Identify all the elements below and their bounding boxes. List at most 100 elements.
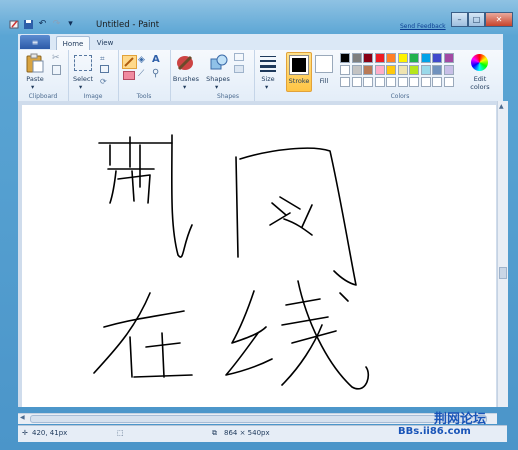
shapes-dropdown-icon[interactable]: ▾ [215,83,218,91]
customize-toolbar-icon[interactable]: ▾ [65,19,76,30]
resize-icon[interactable] [100,65,109,73]
brush-icon[interactable] [175,53,195,75]
scroll-up-icon[interactable]: ▲ [499,103,504,110]
window-controls: – □ ✕ [451,12,513,27]
cut-icon[interactable]: ✂ [52,53,60,63]
select-dropdown-icon[interactable]: ▾ [79,83,82,91]
close-button[interactable]: ✕ [485,12,513,27]
custom-color-swatch[interactable] [351,77,362,87]
canvas-area [18,101,503,407]
color-picker-icon[interactable]: ⟋ [138,69,144,79]
redo-icon[interactable]: ↷ [51,19,62,30]
color-swatch[interactable] [443,53,454,63]
color-swatch[interactable] [409,65,419,75]
eraser-icon[interactable] [123,71,135,80]
color-swatch[interactable] [374,53,385,63]
undo-icon[interactable]: ↶ [37,19,48,30]
send-feedback-link[interactable]: Send Feedback [400,23,446,30]
stroke-button[interactable]: Stroke [286,52,312,92]
fill-bucket-icon[interactable]: ◈ [138,55,145,65]
color-swatch[interactable] [420,53,431,63]
maximize-button[interactable]: □ [468,12,485,27]
scroll-left-icon[interactable]: ◀ [20,414,25,421]
clipboard-group: Paste ▾ ✂ Clipboard [18,50,69,101]
minimize-button[interactable]: – [451,12,468,27]
stroke-color-swatch [289,55,309,75]
edit-colors-label-2: colors [470,83,490,91]
stroke-label: Stroke [288,77,310,85]
color-swatch[interactable] [340,53,350,63]
color-swatch[interactable] [374,65,385,75]
paint-app-icon[interactable] [9,19,20,30]
color-swatch[interactable] [340,65,350,75]
paint-menu-button[interactable]: ≡ [20,35,50,49]
custom-color-swatch[interactable] [363,77,373,87]
image-size: 864 × 540px [224,429,270,437]
rotate-icon[interactable]: ⟳ [100,77,107,86]
paste-button[interactable]: Paste [22,75,48,83]
shape-fill-icon[interactable] [234,65,244,73]
copy-icon[interactable] [52,65,61,75]
image-group: Select ▾ ⌗ ⟳ Image [68,50,119,101]
custom-color-swatch[interactable] [443,77,454,87]
custom-color-swatch[interactable] [374,77,385,87]
color-swatch[interactable] [397,65,408,75]
save-icon[interactable] [23,19,34,30]
shapes-icon[interactable] [209,53,229,75]
custom-color-swatch[interactable] [432,77,442,87]
color-swatch[interactable] [409,53,419,63]
custom-color-swatch[interactable] [409,77,419,87]
title-bar: ↶ ↷ ▾ Untitled - Paint Send Feedback – □… [0,0,518,34]
horizontal-scrollbar[interactable]: ◀ [18,413,497,424]
color-swatch[interactable] [363,65,373,75]
handwritten-strokes [93,134,370,390]
edit-colors-button[interactable]: Edit colors [464,53,496,97]
size-dropdown-icon[interactable]: ▾ [265,83,268,91]
magnifier-icon[interactable]: ⚲ [152,68,159,79]
tab-view[interactable]: View [92,36,118,50]
selection-size-icon: ⬚ [117,429,124,437]
custom-color-swatch[interactable] [386,77,396,87]
brushes-dropdown-icon[interactable]: ▾ [183,83,186,91]
color-swatch[interactable] [397,53,408,63]
vertical-scrollbar[interactable]: ▲ [497,101,508,407]
brushes-group: Brushes ▾ [170,50,202,101]
color-swatch[interactable] [363,53,373,63]
color-swatch[interactable] [351,53,362,63]
tab-home[interactable]: Home [56,36,90,51]
ribbon: Paste ▾ ✂ Clipboard Select ▾ ⌗ ⟳ Image ◈… [18,50,503,102]
color-swatch[interactable] [351,65,362,75]
tools-group: ◈ A ⟋ ⚲ Tools [118,50,171,101]
size-group: Size ▾ [254,50,282,101]
size-button[interactable]: Size [254,75,282,83]
shapes-button[interactable]: Shapes [203,75,233,83]
ribbon-tabs: ≡ Home View [18,34,503,51]
paste-dropdown-icon[interactable]: ▾ [31,83,34,91]
color-swatch[interactable] [420,65,431,75]
drawing-canvas[interactable] [22,105,496,407]
color-swatch[interactable] [432,53,442,63]
pencil-icon[interactable] [122,55,137,69]
text-tool-icon[interactable]: A [152,54,160,65]
outline-icon[interactable] [234,53,244,61]
shapes-group: Shapes ▾ Shapes [202,50,255,101]
window-title: Untitled - Paint [96,20,160,30]
custom-color-swatch[interactable] [340,77,350,87]
vertical-scroll-thumb[interactable] [499,267,507,279]
color-swatch[interactable] [443,65,454,75]
size-icon[interactable] [260,54,276,74]
horizontal-scroll-thumb[interactable] [30,415,487,423]
color-swatch[interactable] [386,53,396,63]
custom-color-swatch[interactable] [420,77,431,87]
select-icon[interactable] [74,55,92,71]
fill-color-swatch[interactable] [315,55,333,73]
clipboard-group-label: Clipboard [28,93,58,100]
crop-icon[interactable]: ⌗ [100,54,105,64]
select-button[interactable]: Select [70,75,96,83]
paste-icon[interactable] [25,53,45,75]
color-swatch[interactable] [386,65,396,75]
custom-color-swatch[interactable] [397,77,408,87]
color-swatch[interactable] [432,65,442,75]
fill-color-button[interactable]: Fill [315,77,333,85]
brushes-button[interactable]: Brushes [170,75,202,83]
